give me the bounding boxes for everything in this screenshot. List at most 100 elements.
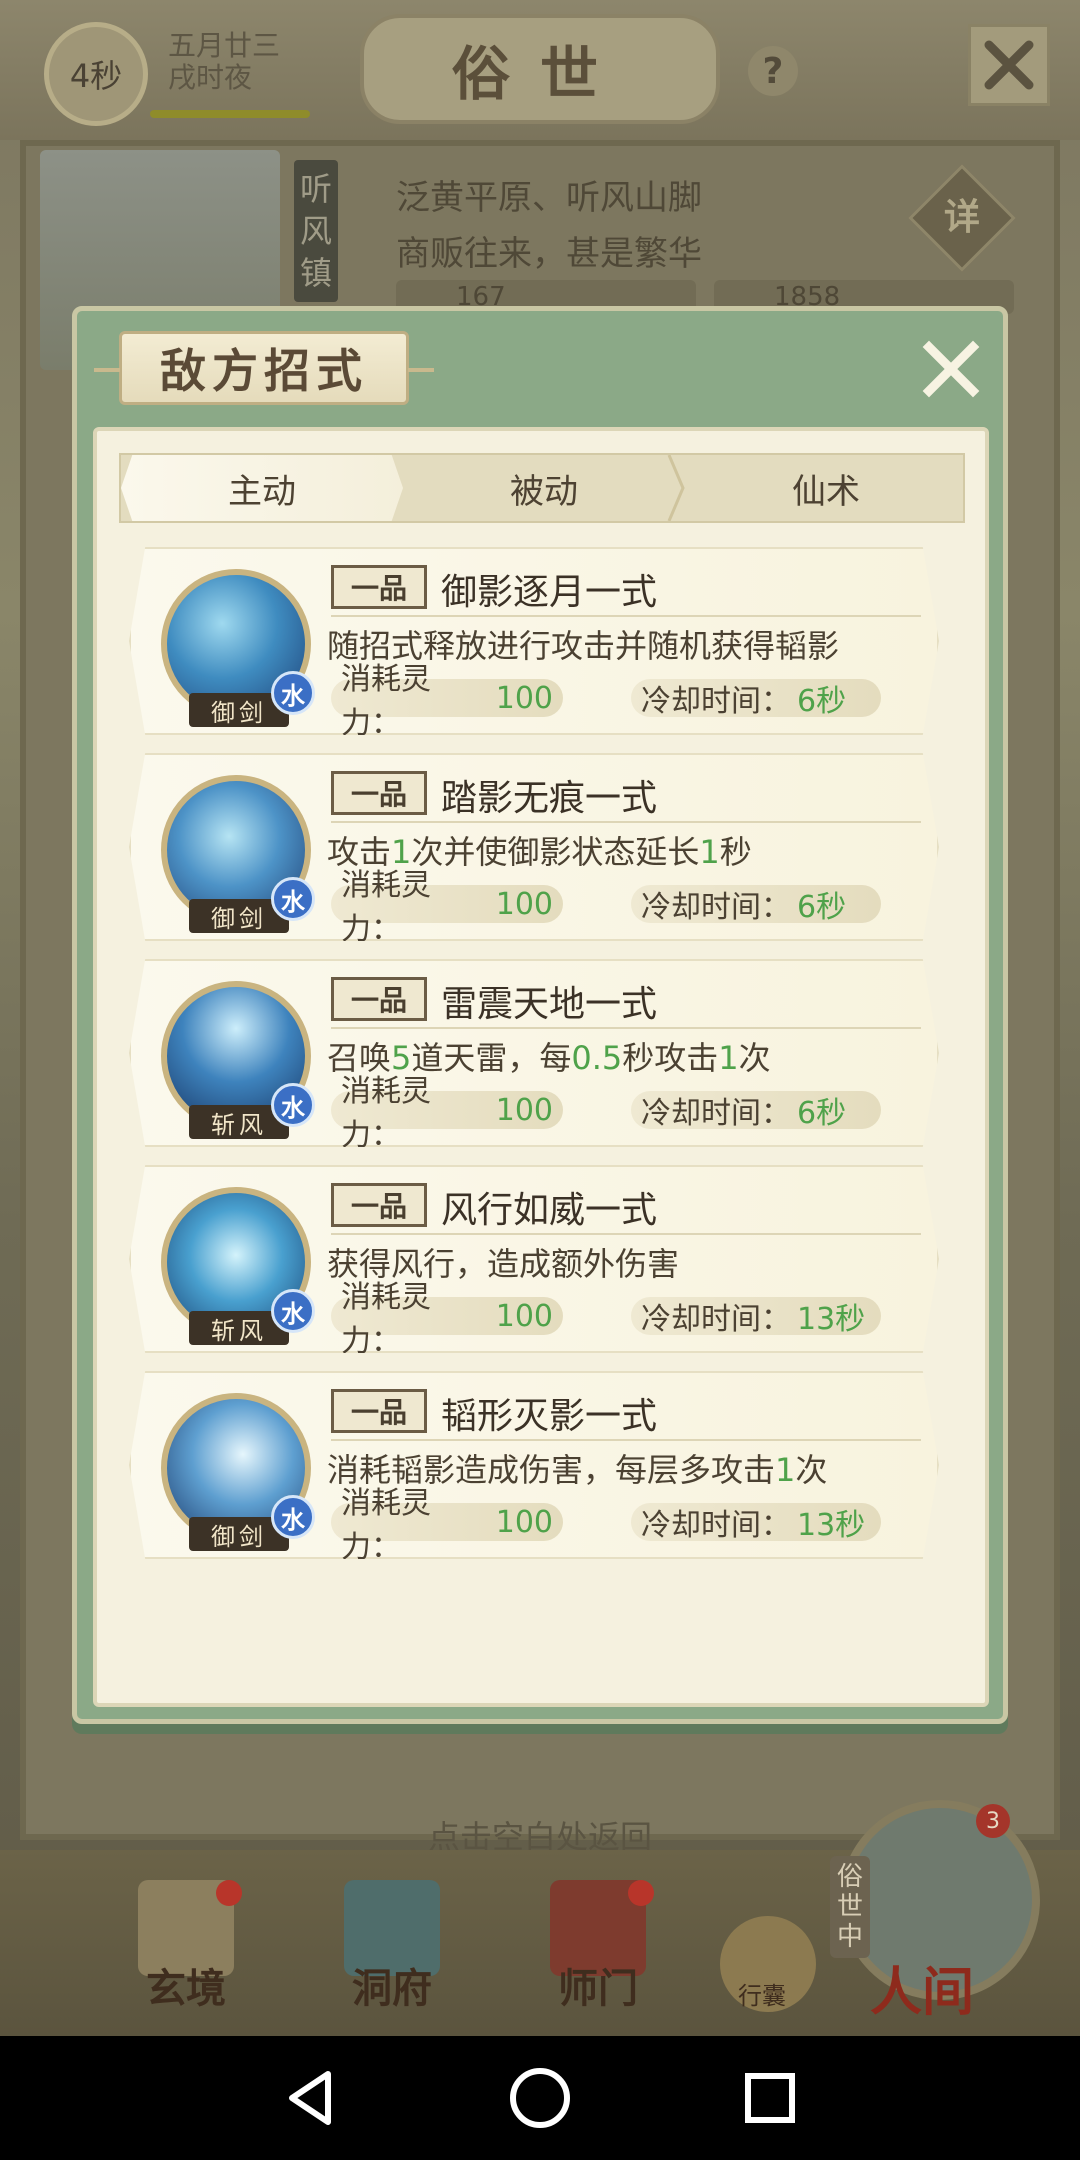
cooldown-value: 13秒: [797, 1302, 866, 1337]
skill-name: 雷震天地一式: [441, 984, 658, 1025]
home-icon[interactable]: [506, 2064, 574, 2132]
cost-value: 100: [495, 1298, 553, 1334]
nav-label: 师门: [558, 1965, 638, 2012]
close-scene-button[interactable]: [968, 24, 1050, 106]
skill-icon: 御剑 水: [161, 1393, 315, 1551]
cost-label: 消耗灵力：: [341, 1486, 431, 1565]
skill-list: 御剑 水 一品 御影逐月一式 随招式释放进行攻击并随机获得韬影 消耗灵力： 100…: [119, 547, 965, 1559]
renjian-button[interactable]: 3 俗世中 人间: [830, 1800, 1040, 2030]
cooldown: 冷却时间： 6秒: [631, 679, 881, 719]
tab-passive-skills[interactable]: 被动: [403, 455, 685, 521]
highlight-number: 1: [775, 1451, 796, 1489]
cost-label: 消耗灵力：: [341, 662, 431, 741]
skill-name: 风行如威一式: [441, 1190, 658, 1231]
skill-card[interactable]: 御剑 水 一品 御影逐月一式 随招式释放进行攻击并随机获得韬影 消耗灵力： 100…: [129, 547, 939, 735]
cooldown: 冷却时间： 6秒: [631, 1091, 881, 1131]
town-name: 听风镇: [294, 160, 338, 302]
top-bar: 4秒 五月廿三 戌时夜 俗世 ?: [0, 0, 1080, 140]
skill-tabs: 主动 被动 仙术: [119, 453, 965, 523]
cost-label: 消耗灵力：: [341, 1280, 431, 1359]
cost-value: 100: [495, 1092, 553, 1128]
skill-icon: 斩风 水: [161, 981, 315, 1139]
grade-badge: 一品: [331, 771, 427, 815]
help-button[interactable]: ?: [748, 46, 798, 96]
dialog-body: 主动 被动 仙术 御剑 水 一品 御影逐月一式 随招式释放进行攻击并随机获得韬影…: [93, 427, 989, 1707]
skill-card[interactable]: 斩风 水 一品 雷震天地一式 召唤5道天雷，每0.5秒攻击1次 消耗灵力： 100…: [129, 959, 939, 1147]
cost-value: 100: [495, 1504, 553, 1540]
dialog-title: 敌方招式: [94, 331, 434, 405]
highlight-number: 1: [699, 833, 720, 871]
highlight-number: 1: [718, 1039, 739, 1077]
time-progress-bar: [150, 110, 310, 118]
water-element-badge: 水: [271, 877, 315, 921]
water-element-badge: 水: [271, 1495, 315, 1539]
skill-card[interactable]: 御剑 水 一品 韬形灭影一式 消耗韬影造成伤害，每层多攻击1次 消耗灵力： 100…: [129, 1371, 939, 1559]
town-desc-line-1: 泛黄平原、听风山脚: [396, 178, 702, 218]
town-desc-line-2: 商贩往来，甚是繁华: [396, 234, 702, 274]
nav-label: 洞府: [352, 1965, 432, 2012]
back-icon[interactable]: [276, 2064, 344, 2132]
tab-divider: [667, 455, 685, 521]
detail-label: 详: [943, 197, 980, 238]
cooldown-value: 6秒: [797, 684, 847, 719]
tab-immortal-arts[interactable]: 仙术: [685, 455, 967, 521]
cost-value: 100: [495, 886, 553, 922]
cooldown: 冷却时间： 6秒: [631, 885, 881, 925]
cooldown: 冷却时间： 13秒: [631, 1503, 881, 1543]
nav-item-shimen[interactable]: 师门: [538, 1880, 658, 2012]
skill-icon: 御剑 水: [161, 775, 315, 933]
desc-text: 次: [795, 1451, 828, 1489]
cooldown-value: 13秒: [797, 1508, 866, 1543]
water-element-badge: 水: [271, 1083, 315, 1127]
spirit-cost: 消耗灵力： 100: [331, 868, 563, 941]
water-element-badge: 水: [271, 1289, 315, 1333]
skill-icon: 御剑 水: [161, 569, 315, 727]
tab-active-skills[interactable]: 主动: [121, 455, 403, 521]
notification-badge: 3: [976, 1804, 1010, 1838]
notification-dot: [216, 1880, 242, 1906]
close-icon[interactable]: [919, 337, 983, 401]
cooldown-label: 冷却时间：: [641, 1096, 791, 1131]
divider: [331, 1233, 921, 1235]
skill-icon: 斩风 水: [161, 1187, 315, 1345]
divider: [331, 821, 921, 823]
grade-badge: 一品: [331, 1183, 427, 1227]
divider: [331, 1027, 921, 1029]
spirit-cost: 消耗灵力： 100: [331, 1486, 563, 1559]
date-line-2: 戌时夜: [168, 61, 253, 94]
skill-name: 韬形灭影一式: [441, 1396, 658, 1437]
cooldown: 冷却时间： 13秒: [631, 1297, 881, 1337]
divider: [331, 1439, 921, 1441]
spirit-cost: 消耗灵力： 100: [331, 1074, 563, 1147]
divider: [331, 615, 921, 617]
grade-badge: 一品: [331, 565, 427, 609]
skill-name: 踏影无痕一式: [441, 778, 658, 819]
notification-dot: [628, 1880, 654, 1906]
cooldown-value: 6秒: [797, 1096, 847, 1131]
cost-label: 消耗灵力：: [341, 868, 431, 947]
grade-badge: 一品: [331, 1389, 427, 1433]
desc-text: 秒攻击: [622, 1039, 719, 1077]
countdown-timer: 4秒: [44, 22, 148, 126]
cost-value: 100: [495, 680, 553, 716]
system-nav-bar: [0, 2036, 1080, 2160]
nav-item-dongfu[interactable]: 洞府: [332, 1880, 452, 2012]
date-line-1: 五月廿三: [168, 29, 281, 62]
bag-label: 行囊: [738, 1982, 786, 2010]
game-date: 五月廿三 戌时夜: [168, 30, 280, 94]
nav-label: 玄境: [146, 1965, 226, 2012]
spirit-cost: 消耗灵力： 100: [331, 1280, 563, 1353]
water-element-badge: 水: [271, 671, 315, 715]
nav-item-xuanjing[interactable]: 玄境: [126, 1880, 246, 2012]
cost-label: 消耗灵力：: [341, 1074, 431, 1153]
cooldown-label: 冷却时间：: [641, 1508, 791, 1543]
skill-card[interactable]: 斩风 水 一品 风行如威一式 获得风行，造成额外伤害 消耗灵力： 100 冷却时间…: [129, 1165, 939, 1353]
recents-icon[interactable]: [736, 2064, 804, 2132]
desc-text: 秒: [719, 833, 752, 871]
skill-card[interactable]: 御剑 水 一品 踏影无痕一式 攻击1次并使御影状态延长1秒 消耗灵力： 100 冷…: [129, 753, 939, 941]
skill-name: 御影逐月一式: [441, 572, 658, 613]
highlight-number: 0.5: [571, 1039, 623, 1077]
cooldown-label: 冷却时间：: [641, 684, 791, 719]
enemy-skills-dialog: 敌方招式 主动 被动 仙术 御剑 水 一品 御影逐月一式 随招式释放进行攻击并随…: [72, 306, 1008, 1724]
cooldown-label: 冷却时间：: [641, 1302, 791, 1337]
